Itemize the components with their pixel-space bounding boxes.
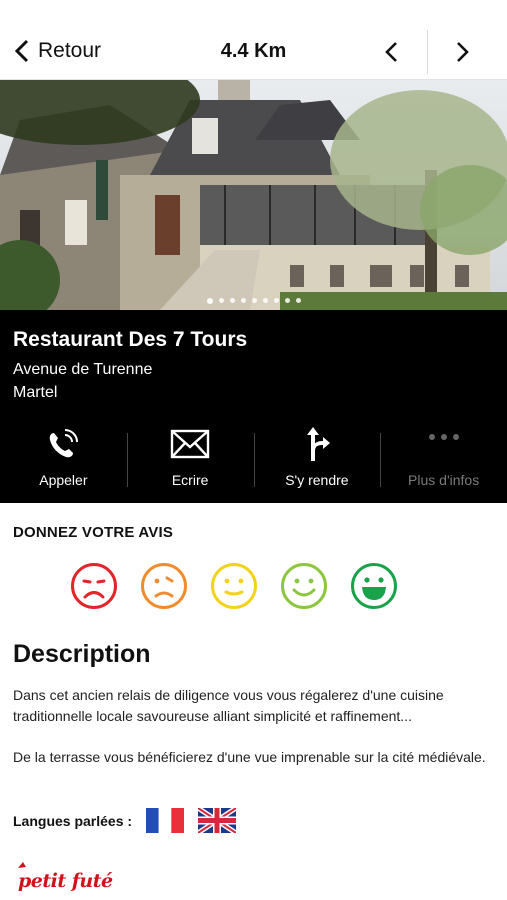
description-title: Description [13, 640, 151, 668]
languages-label: Langues parlées : [13, 812, 133, 829]
directions-label: S'y rendre [285, 472, 349, 488]
place-name: Restaurant Des 7 Tours [13, 328, 248, 351]
happy-face-icon [281, 563, 327, 609]
gallery-dot[interactable] [284, 298, 290, 303]
rating-very-good-button[interactable] [350, 562, 398, 610]
petit-fute-logo: petit futé [16, 860, 120, 894]
directions-button[interactable]: S'y rendre [253, 425, 381, 495]
phone-icon [50, 429, 79, 458]
description-paragraph: Dans cet ancien relais de diligence vous… [13, 687, 444, 724]
write-label: Ecrire [171, 472, 209, 488]
top-bar: Retour 4.4 Km [0, 0, 507, 80]
place-info-panel: Restaurant Des 7 Tours Avenue de Turenne… [0, 310, 507, 503]
more-dots-icon [428, 434, 459, 440]
very-happy-face-icon [351, 563, 397, 609]
place-city: Martel [13, 384, 58, 401]
place-street: Avenue de Turenne [13, 361, 153, 378]
rating-good-button[interactable] [280, 562, 328, 610]
more-info-button[interactable]: Plus d'infos [380, 425, 507, 495]
distance-label: 4.4 Km [220, 40, 287, 62]
rating-bad-button[interactable] [140, 562, 188, 610]
gallery-dot[interactable] [251, 298, 257, 303]
french-flag-icon [146, 808, 185, 833]
previous-place-button[interactable] [380, 40, 404, 64]
more-info-label: Plus d'infos [408, 472, 480, 488]
action-bar: Appeler Ecrire S'y rendre Plus d'infos [0, 425, 507, 495]
rating-very-bad-button[interactable] [70, 562, 118, 610]
gallery-indicator [0, 298, 507, 304]
rating-neutral-button[interactable] [210, 562, 258, 610]
gallery-dot[interactable] [206, 298, 213, 304]
logo-text: petit futé [18, 870, 113, 892]
call-button[interactable]: Appeler [0, 425, 127, 495]
gallery-dot[interactable] [295, 298, 301, 303]
very-sad-face-icon [71, 563, 117, 609]
sad-face-icon [141, 563, 187, 609]
place-photo [0, 80, 507, 310]
gallery-dot[interactable] [218, 298, 224, 303]
gallery-dot[interactable] [273, 298, 279, 303]
description-paragraph: De la terrasse vous bénéficierez d'une v… [13, 749, 486, 765]
write-button[interactable]: Ecrire [126, 425, 254, 495]
neutral-face-icon [211, 563, 257, 609]
envelope-icon [170, 429, 210, 459]
directions-icon [306, 427, 330, 461]
rating-options [70, 562, 398, 610]
chevron-left-icon [385, 42, 397, 62]
next-place-button[interactable] [450, 40, 474, 64]
call-label: Appeler [39, 472, 88, 488]
gallery-dot[interactable] [240, 298, 246, 303]
gallery-dot[interactable] [262, 298, 268, 303]
languages-row: Langues parlées : [13, 808, 250, 833]
nav-divider [427, 30, 428, 74]
uk-flag-icon [198, 808, 237, 833]
photo-gallery[interactable] [0, 80, 507, 310]
chevron-right-icon [457, 42, 469, 62]
gallery-dot[interactable] [229, 298, 235, 303]
rating-title: DONNEZ VOTRE AVIS [13, 524, 174, 541]
